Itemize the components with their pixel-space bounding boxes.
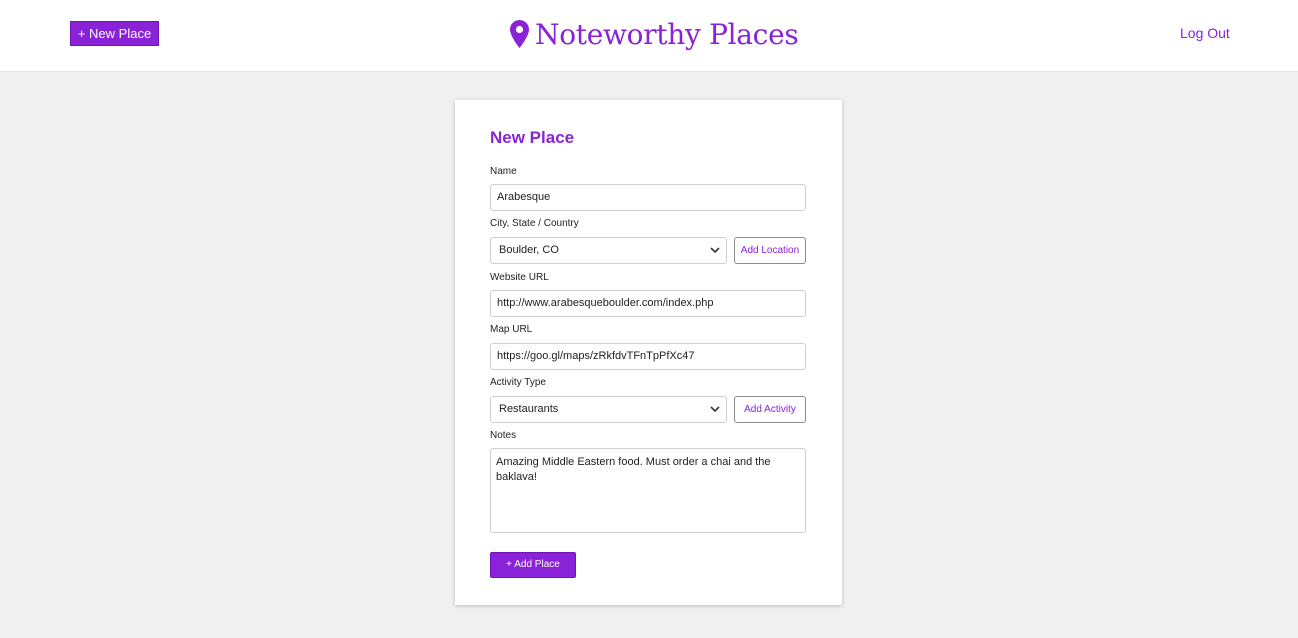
logout-link[interactable]: Log Out — [1180, 25, 1230, 41]
location-selected-value: Boulder, CO — [499, 244, 559, 256]
map-url-label: Map URL — [490, 324, 533, 335]
website-input[interactable]: http://www.arabesqueboulder.com/index.ph… — [490, 290, 806, 317]
activity-type-select[interactable]: Restaurants — [490, 396, 727, 423]
location-label: City, State / Country — [490, 218, 579, 229]
add-place-button[interactable]: + Add Place — [490, 552, 576, 578]
brand[interactable]: Noteworthy Places — [510, 14, 799, 54]
add-activity-button[interactable]: Add Activity — [734, 396, 806, 423]
new-place-form-card: New Place Name Arabesque City, State / C… — [455, 100, 842, 605]
chevron-down-icon — [710, 247, 720, 254]
notes-textarea[interactable]: Amazing Middle Eastern food. Must order … — [490, 448, 806, 533]
name-label: Name — [490, 166, 517, 177]
website-label: Website URL — [490, 272, 549, 283]
form-title: New Place — [490, 128, 575, 147]
new-place-button[interactable]: + New Place — [70, 21, 159, 46]
add-location-button[interactable]: Add Location — [734, 237, 806, 264]
chevron-down-icon — [710, 406, 720, 413]
activity-type-label: Activity Type — [490, 377, 546, 388]
notes-label: Notes — [490, 430, 517, 441]
name-input[interactable]: Arabesque — [490, 184, 806, 211]
app-title: Noteworthy Places — [535, 17, 799, 51]
location-select[interactable]: Boulder, CO — [490, 237, 727, 264]
activity-selected-value: Restaurants — [499, 403, 559, 415]
map-url-input[interactable]: https://goo.gl/maps/zRkfdvTFnTpPfXc47 — [490, 343, 806, 370]
top-nav-bar: + New Place Noteworthy Places Log Out — [0, 0, 1298, 72]
map-pin-icon — [510, 20, 529, 48]
